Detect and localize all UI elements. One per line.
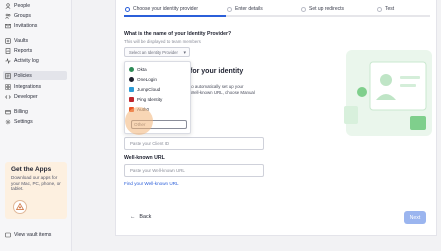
find-wellknown-url-link[interactable]: Find your Well-known URL xyxy=(124,181,179,186)
client-id-input[interactable]: Paste your Client ID xyxy=(124,137,264,150)
back-button-label: Back xyxy=(139,214,152,220)
person-icon xyxy=(5,2,11,9)
sidebar-item-invitations[interactable]: Invitations xyxy=(3,21,67,30)
view-vault-items-link[interactable]: View vault items xyxy=(5,232,51,238)
step-label: Choose your identity provider xyxy=(133,6,199,12)
sidebar-item-integrations[interactable]: Integrations xyxy=(3,82,67,91)
sidebar-item-label: Developer xyxy=(14,93,38,100)
idp-option-ping-identity[interactable]: Ping Identity xyxy=(129,95,189,104)
step-indicator-icon xyxy=(125,6,130,12)
step-indicator-icon xyxy=(377,6,382,12)
code-icon xyxy=(5,94,11,100)
sidebar-item-vaults[interactable]: Vaults xyxy=(3,36,67,45)
idp-option-onelogin[interactable]: OneLogin xyxy=(129,75,189,84)
sidebar-item-people[interactable]: People xyxy=(3,1,67,10)
activity-icon xyxy=(5,57,11,64)
sidebar-item-groups[interactable]: Groups xyxy=(3,11,67,20)
sidebar-item-label: Reports xyxy=(14,47,33,54)
step-test: Test xyxy=(377,6,394,12)
apps-card-title: Get the Apps xyxy=(11,166,52,173)
step-indicator-icon xyxy=(301,6,306,12)
idp-option-label: JumpCloud xyxy=(137,87,161,92)
idp-question-subtitle: This will be displayed to team members xyxy=(124,39,201,44)
step-label: Set up redirects xyxy=(309,6,345,12)
sidebar-item-label: Settings xyxy=(14,118,33,125)
sidebar-item-billing[interactable]: Billing xyxy=(3,107,67,116)
section-description-line1: to automatically set up your xyxy=(190,84,244,89)
wellknown-url-placeholder: Paste your Well-known URL xyxy=(130,168,185,173)
integrations-icon xyxy=(5,83,11,90)
groups-icon xyxy=(5,13,11,19)
view-vault-items-label: View vault items xyxy=(14,232,52,238)
arrow-left-icon: ← xyxy=(130,214,136,220)
apps-card-description: Download our apps for your Mac, PC, phon… xyxy=(11,175,61,192)
gear-icon xyxy=(5,119,11,125)
section-title: for your identity xyxy=(190,68,244,75)
idp-select[interactable]: Select an Identity Provider ▾ xyxy=(124,47,190,57)
sidebar-item-label: Groups xyxy=(14,12,32,19)
step-enter-details: Enter details xyxy=(227,6,263,12)
wellknown-url-input[interactable]: Paste your Well-known URL xyxy=(124,164,264,177)
sidebar-item-label: Vaults xyxy=(14,37,29,44)
onelogin-icon xyxy=(129,77,134,82)
idp-question-title: What is the name of your Identity Provid… xyxy=(124,31,232,37)
step-label: Test xyxy=(385,6,395,12)
sidebar-item-label: Activity log xyxy=(14,57,39,64)
click-indicator xyxy=(125,107,153,135)
sidebar-item-label: Invitations xyxy=(14,22,38,29)
sidebar-item-reports[interactable]: Reports xyxy=(3,46,67,55)
next-button[interactable]: Next xyxy=(404,211,426,224)
sidebar-item-policies[interactable]: Policies xyxy=(3,71,67,80)
ping-identity-icon xyxy=(129,97,134,102)
jumpcloud-icon xyxy=(129,87,134,92)
get-apps-card[interactable]: Get the Apps Download our apps for your … xyxy=(5,162,67,219)
client-id-placeholder: Paste your Client ID xyxy=(130,141,170,146)
step-set-up-redirects: Set up redirects xyxy=(301,6,344,12)
sidebar-item-activity-log[interactable]: Activity log xyxy=(3,56,67,65)
policy-icon xyxy=(5,72,11,79)
idp-option-okta[interactable]: Okta xyxy=(129,65,189,74)
idp-option-label: OneLogin xyxy=(137,77,157,82)
sidebar-item-settings[interactable]: Settings xyxy=(3,117,67,126)
app-logo-icon xyxy=(13,200,27,214)
chevron-down-icon: ▾ xyxy=(183,50,186,56)
sidebar-item-label: Billing xyxy=(14,108,28,115)
step-label: Enter details xyxy=(235,6,263,12)
vault-icon xyxy=(5,37,11,44)
sidebar-item-label: Integrations xyxy=(14,83,42,90)
step-indicator-icon xyxy=(227,6,232,12)
sidebar-item-label: People xyxy=(14,2,31,9)
wellknown-url-label: Well-known URL xyxy=(124,155,165,161)
report-icon xyxy=(5,47,11,54)
idp-option-jumpcloud[interactable]: JumpCloud xyxy=(129,85,189,94)
mail-icon xyxy=(5,23,11,29)
section-description-line2: Well-known URL, choose Manual xyxy=(190,90,255,95)
idp-option-label: Ping Identity xyxy=(137,97,163,102)
idp-select-placeholder: Select an Identity Provider xyxy=(129,49,178,55)
back-button[interactable]: ← Back xyxy=(130,214,151,220)
sidebar-item-label: Policies xyxy=(14,72,32,79)
okta-icon xyxy=(129,67,134,72)
vault-items-icon xyxy=(5,232,11,238)
sidebar: People Groups Invitations Vaults Reports… xyxy=(0,0,72,251)
idp-option-label: Okta xyxy=(137,67,147,72)
billing-icon xyxy=(5,109,11,115)
sidebar-item-developer[interactable]: Developer xyxy=(3,92,67,101)
identity-illustration xyxy=(344,50,432,136)
step-choose-idp: Choose your identity provider xyxy=(125,6,198,12)
progress-fill xyxy=(124,15,226,17)
